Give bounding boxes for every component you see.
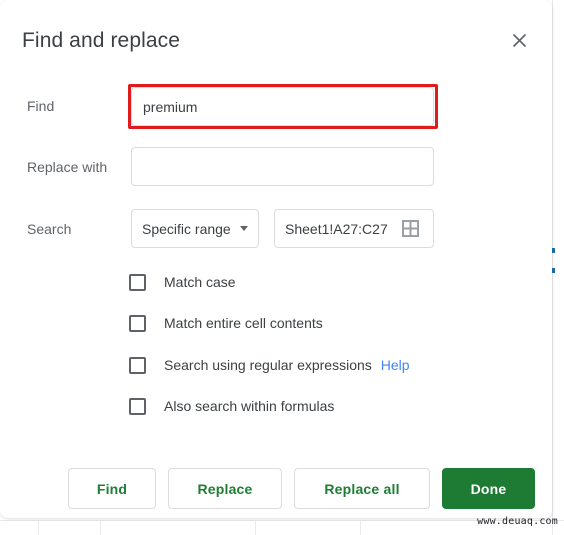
option-label: Also search within formulas <box>164 398 335 414</box>
search-label: Search <box>27 221 72 237</box>
search-scope-value: Specific range <box>142 220 231 237</box>
search-range-field[interactable]: Sheet1!A27:C27 <box>274 209 434 248</box>
find-and-replace-dialog: Find and replace Find Replace with Searc… <box>0 0 552 518</box>
replace-button[interactable]: Replace <box>168 468 282 509</box>
regex-help-link[interactable]: Help <box>381 357 410 373</box>
close-icon <box>512 33 527 48</box>
option-label: Search using regular expressions <box>164 357 372 373</box>
grid-line <box>255 520 256 535</box>
grid-line <box>38 520 39 535</box>
grid-icon[interactable] <box>395 220 425 237</box>
checkbox-icon[interactable] <box>129 356 146 374</box>
option-also-search-within-formulas[interactable]: Also search within formulas <box>129 396 334 416</box>
replace-with-label: Replace with <box>27 159 108 175</box>
option-label: Match case <box>164 274 236 290</box>
option-label: Match entire cell contents <box>164 315 323 331</box>
watermark: www.deuaq.com <box>477 516 558 527</box>
find-input[interactable] <box>131 87 434 126</box>
search-scope-select[interactable]: Specific range <box>131 209 259 248</box>
find-label: Find <box>27 98 55 114</box>
search-range-value: Sheet1!A27:C27 <box>285 220 388 237</box>
grid-line <box>100 520 101 535</box>
option-match-entire-cell-contents[interactable]: Match entire cell contents <box>129 313 323 333</box>
done-button[interactable]: Done <box>442 468 535 509</box>
replace-all-button[interactable]: Replace all <box>294 468 430 509</box>
option-match-case[interactable]: Match case <box>129 272 236 292</box>
dialog-header: Find and replace <box>0 0 552 78</box>
page-title: Find and replace <box>22 29 181 52</box>
find-button[interactable]: Find <box>68 468 156 509</box>
grid-line <box>360 520 361 535</box>
close-button[interactable] <box>505 26 533 54</box>
replace-with-input[interactable] <box>131 147 434 186</box>
chevron-down-icon <box>240 226 248 231</box>
checkbox-icon[interactable] <box>129 397 146 415</box>
option-search-using-regular-expressions[interactable]: Search using regular expressions Help <box>129 355 410 375</box>
checkbox-icon[interactable] <box>129 314 146 332</box>
checkbox-icon[interactable] <box>129 273 146 291</box>
